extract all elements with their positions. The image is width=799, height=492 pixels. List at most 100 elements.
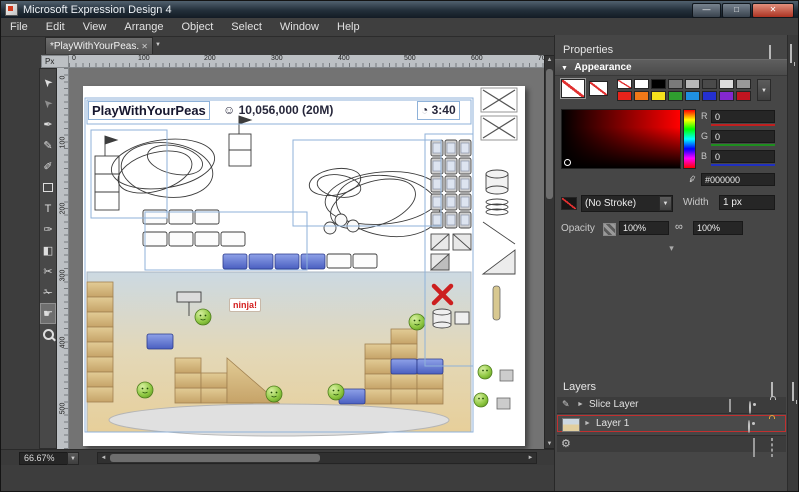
menu-window[interactable]: Window [271,18,328,36]
expand-layer-icon[interactable]: ► [584,420,591,427]
paint-tool[interactable]: ◧ [40,240,56,261]
hue-slider[interactable] [683,109,696,169]
palette-swatch[interactable] [702,91,717,101]
green-value-field[interactable]: 0 [711,130,775,143]
palette-swatch[interactable] [736,79,751,89]
hruler-num: 500 [404,55,416,62]
game-design-artwork[interactable] [83,86,525,446]
horizontal-scrollbar[interactable]: ◄ ► [97,452,537,464]
palette-swatch[interactable] [668,79,683,89]
fill-opacity-field[interactable]: 100% [693,221,743,235]
zoom-dropdown-icon[interactable]: ▼ [67,452,79,465]
document-tab[interactable]: *PlayWithYourPeas... ✕ [45,37,153,54]
pen-tool[interactable]: ✒ [40,114,56,135]
game-title-text[interactable]: PlayWithYourPeas [88,101,210,120]
selection-tool[interactable]: ➤ [40,72,56,93]
palette-swatch[interactable] [702,79,717,89]
palette-swatch[interactable] [651,79,666,89]
scroll-up-icon[interactable]: ▲ [545,57,554,63]
swatch-library-dropdown-icon[interactable]: ▼ [757,79,771,101]
scroll-down-icon[interactable]: ▼ [545,441,554,447]
horizontal-ruler[interactable]: 0 100 200 300 400 500 600 700 [69,55,544,68]
color-picker-marker [564,159,571,166]
tab-close-icon[interactable]: ✕ [141,42,148,51]
tab-list-dropdown-icon[interactable]: ▼ [155,42,161,48]
game-timer-text[interactable]: ◔ 3:40 [417,101,460,120]
menu-help[interactable]: Help [328,18,369,36]
red-label: R [701,111,708,121]
object-opacity-field[interactable]: 100% [619,221,669,235]
blue-value-field[interactable]: 0 [711,150,775,163]
menu-view[interactable]: View [74,18,116,36]
palette-swatch[interactable] [634,79,649,89]
layer-render-box[interactable] [729,399,731,412]
paintbrush-tool[interactable]: ✐ [40,156,56,177]
menu-edit[interactable]: Edit [37,18,74,36]
menu-file[interactable]: File [1,18,37,36]
palette-swatch[interactable] [668,91,683,101]
titlebar[interactable]: Microsoft Expression Design 4 — □ ✕ [1,1,798,18]
zoom-level-field[interactable]: 66.67% [19,452,71,465]
close-button[interactable]: ✕ [752,3,794,18]
scissors-icon: ✂ [43,265,52,278]
magnifier-icon [43,329,54,340]
section-collapse-icon[interactable]: ▼ [561,65,568,72]
vertical-scroll-thumb[interactable] [546,69,553,199]
properties-edge-pin-icon[interactable] [790,44,792,63]
vertical-ruler[interactable]: 0 100 200 300 400 500 [57,68,69,449]
scroll-left-icon[interactable]: ◄ [99,455,108,461]
ninja-label[interactable]: ninja! [229,298,261,312]
canvas[interactable]: PlayWithYourPeas ☺ 10,056,000 (20M) ◔ 3:… [69,68,544,449]
zoom-tool[interactable] [40,324,56,345]
pan-tool[interactable]: ☛ [40,303,56,324]
expand-layer-icon[interactable]: ► [577,401,584,408]
hex-color-field[interactable]: #000000 [701,173,775,186]
color-picker-area[interactable] [561,109,681,169]
menu-select[interactable]: Select [222,18,271,36]
layers-edge-pin-icon[interactable] [792,382,794,401]
layer-row-slice[interactable]: ✎ ► Slice Layer [557,397,786,414]
palette-swatch[interactable] [685,79,700,89]
eyedropper-tool[interactable]: ✑ [40,219,56,240]
status-bar: 66.67% ▼ ◄ ► [1,449,555,465]
scissors-tool[interactable]: ✂ [40,261,56,282]
layer-row-layer1[interactable]: ► Layer 1 [557,415,786,432]
palette-swatch[interactable] [617,79,632,89]
menu-arrange[interactable]: Arrange [115,18,172,36]
layer-options-gear-icon[interactable]: ⚙ [561,437,571,450]
direct-selection-tool[interactable]: ➤ [40,93,56,114]
pencil-tool[interactable]: ✎ [40,135,56,156]
palette-swatch[interactable] [685,91,700,101]
stroke-color-indicator[interactable] [589,81,608,96]
layer-visibility-icon[interactable] [748,420,750,433]
palette-swatch[interactable] [651,91,666,101]
eyedropper-icon[interactable]: ✑ [684,172,698,185]
rectangle-tool[interactable] [40,177,56,198]
text-tool[interactable]: T [40,198,56,219]
slice-tool[interactable]: ✁ [40,282,56,303]
artboard[interactable]: PlayWithYourPeas ☺ 10,056,000 (20M) ◔ 3:… [83,86,525,446]
palette-swatch[interactable] [736,91,751,101]
palette-swatch[interactable] [617,91,632,101]
palette-swatch[interactable] [719,79,734,89]
maximize-button[interactable]: □ [722,3,751,18]
expand-appearance-chevron[interactable]: ▾ [555,243,788,254]
horizontal-scroll-thumb[interactable] [110,454,320,462]
stroke-width-field[interactable]: 1 px [719,195,775,210]
scroll-right-icon[interactable]: ► [526,455,535,461]
appearance-section-bar[interactable]: ▼ Appearance [555,59,788,76]
fill-color-indicator[interactable] [561,79,585,98]
game-score-text[interactable]: ☺ 10,056,000 (20M) [223,103,333,117]
add-layer-icon[interactable] [753,438,755,457]
layer-visibility-icon[interactable] [749,401,751,414]
red-value-field[interactable]: 0 [711,110,775,123]
scratch-items[interactable] [481,88,517,409]
stroke-dropdown-icon[interactable]: ▼ [659,196,672,211]
delete-layer-icon[interactable] [771,438,773,457]
menu-object[interactable]: Object [173,18,223,36]
palette-swatch[interactable] [719,91,734,101]
palette-swatch[interactable] [634,91,649,101]
opacity-checker-icon [603,223,616,236]
link-opacity-icon[interactable]: ∞ [675,221,683,233]
minimize-button[interactable]: — [692,3,721,18]
